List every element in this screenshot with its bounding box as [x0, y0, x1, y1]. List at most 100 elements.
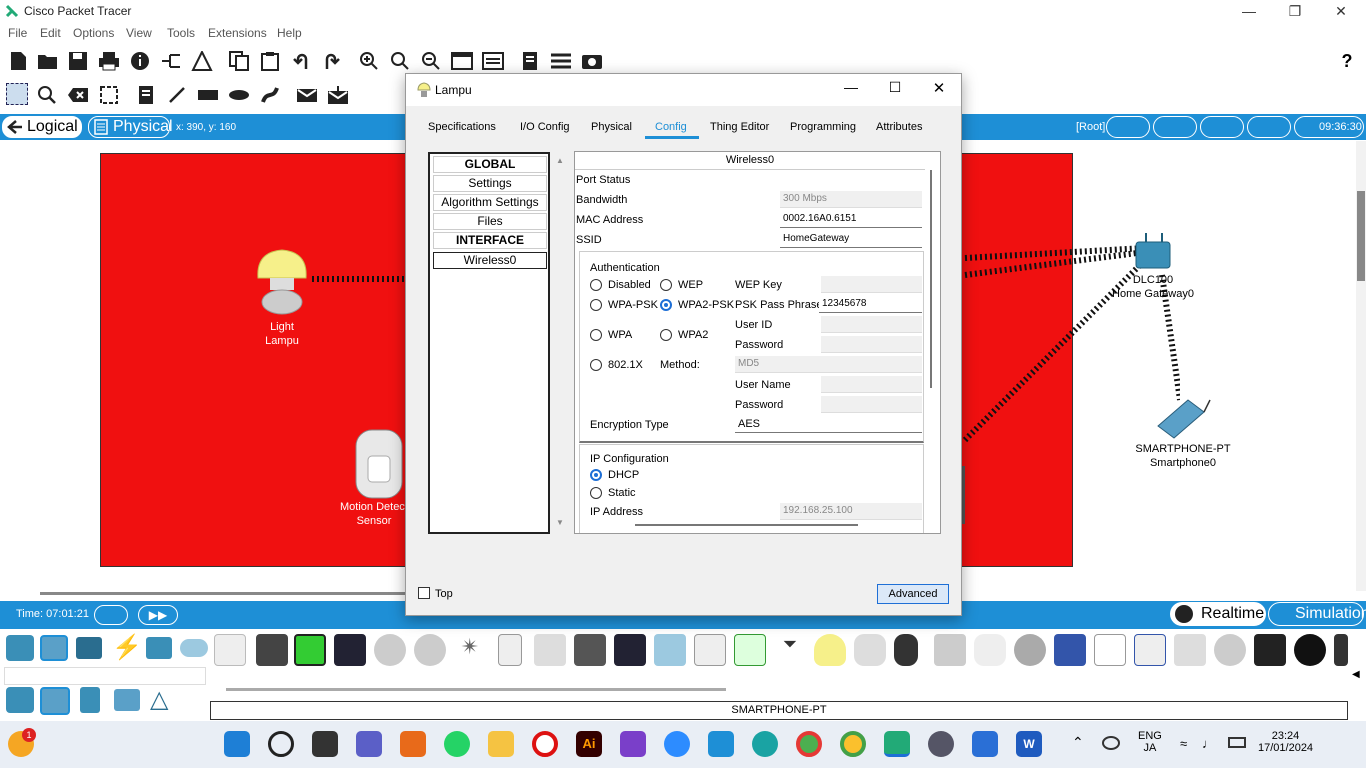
device-speaker-icon[interactable] — [334, 634, 366, 666]
device-siren-icon[interactable] — [894, 634, 918, 666]
battery-icon[interactable] — [1228, 737, 1246, 748]
end-devices-icon[interactable] — [40, 635, 68, 661]
restore-button[interactable]: ❐ — [1272, 0, 1318, 22]
device-search-box[interactable] — [4, 667, 206, 685]
info-icon[interactable] — [129, 50, 151, 72]
device-list-scrollbar[interactable] — [226, 688, 726, 691]
device-partial-icon[interactable] — [1334, 634, 1348, 666]
palette-icon[interactable] — [451, 50, 473, 72]
device-thermostat-icon[interactable] — [734, 634, 766, 666]
tab-config[interactable]: Config — [655, 121, 687, 133]
activity-wizard-icon[interactable] — [191, 50, 213, 72]
power-cycle-button[interactable] — [94, 605, 128, 625]
photos-icon[interactable] — [972, 731, 998, 757]
auth-wep-radio[interactable] — [660, 279, 672, 291]
copy-icon[interactable] — [228, 50, 250, 72]
root-breadcrumb[interactable]: [Root] — [1076, 121, 1105, 133]
device-garage-icon[interactable] — [574, 634, 606, 666]
draw-line-icon[interactable] — [166, 84, 188, 106]
undo-icon[interactable] — [290, 50, 312, 72]
tray-chevron-icon[interactable]: ⌃ — [1072, 734, 1084, 751]
wifi-icon[interactable]: ≈ — [1180, 736, 1187, 751]
tab-attributes[interactable]: Attributes — [876, 121, 922, 133]
menu-file[interactable]: File — [8, 26, 27, 40]
misc-icon[interactable] — [146, 637, 172, 659]
task-view-icon[interactable] — [312, 731, 338, 757]
illustrator-icon[interactable]: Ai — [576, 731, 602, 757]
dialog-minimize-button[interactable]: — — [836, 79, 866, 99]
zoom-reset-icon[interactable] — [389, 50, 411, 72]
device-list-scroll-arrow[interactable]: ◀ — [1352, 669, 1360, 680]
sidebar-item-algorithm-settings[interactable]: Algorithm Settings — [433, 194, 547, 211]
device-camera-icon[interactable] — [1294, 634, 1326, 666]
pdu-list-icon[interactable] — [550, 50, 572, 72]
light-lamp-icon[interactable] — [252, 246, 312, 318]
word-icon[interactable]: W — [1016, 731, 1042, 757]
industrial-icon[interactable] — [114, 689, 140, 711]
add-simple-pdu-icon[interactable] — [296, 84, 318, 106]
tab-thing-editor[interactable]: Thing Editor — [710, 121, 769, 133]
menu-options[interactable]: Options — [73, 26, 114, 40]
back-pill-icon[interactable] — [1106, 116, 1150, 138]
ssid-field[interactable]: HomeGateway — [780, 231, 922, 248]
psk-pass-phrase-field[interactable]: 12345678 — [819, 296, 922, 313]
sidebar-scrollbar[interactable]: ▲ ▼ — [551, 152, 569, 534]
ip-address-field[interactable]: 192.168.25.100 — [780, 503, 922, 520]
smartphone-icon[interactable] — [1154, 396, 1214, 440]
power-grid-icon[interactable]: △ — [150, 687, 168, 713]
store-icon[interactable] — [400, 731, 426, 757]
password-field[interactable] — [821, 336, 922, 353]
tab-io-config[interactable]: I/O Config — [520, 121, 570, 133]
device-light-icon[interactable] — [814, 634, 846, 666]
open-folder-icon[interactable] — [37, 50, 59, 72]
search-icon[interactable] — [268, 731, 294, 757]
panel-vscroll[interactable] — [930, 170, 932, 388]
chrome-icon[interactable] — [796, 731, 822, 757]
panel-hscroll[interactable] — [635, 524, 858, 526]
menu-edit[interactable]: Edit — [40, 26, 61, 40]
cloud-pill-icon[interactable] — [1153, 116, 1197, 138]
auth-8021x-radio[interactable] — [590, 359, 602, 371]
device-speaker2-icon[interactable] — [614, 634, 646, 666]
packet-tracer-taskbar-icon[interactable] — [884, 731, 910, 757]
select-tool-icon[interactable] — [6, 83, 28, 105]
realtime-button[interactable]: Realtime — [1170, 602, 1266, 626]
zoom-out-icon[interactable] — [420, 50, 442, 72]
device-monitor-icon[interactable] — [694, 634, 726, 666]
draw-rectangle-icon[interactable] — [197, 84, 219, 106]
multiuser-icon[interactable] — [180, 639, 208, 657]
place-note-icon[interactable] — [135, 84, 157, 106]
pc-category-icon[interactable] — [6, 687, 34, 713]
smart-city-icon[interactable] — [80, 687, 100, 713]
tab-logical[interactable]: Logical — [2, 116, 82, 138]
wep-key-field[interactable] — [821, 276, 922, 293]
tab-physical-dialog[interactable]: Physical — [591, 121, 632, 133]
opera-icon[interactable] — [532, 731, 558, 757]
zoom-app-icon[interactable] — [664, 731, 690, 757]
network-tray-icon[interactable] — [1102, 736, 1120, 750]
device-door-icon[interactable] — [498, 634, 522, 666]
minimize-button[interactable]: — — [1226, 0, 1272, 22]
user-name-field[interactable] — [821, 376, 922, 393]
device-heater-icon[interactable] — [534, 634, 566, 666]
menu-help[interactable]: Help — [277, 26, 302, 40]
background-pill-icon[interactable] — [1247, 116, 1291, 138]
device-webcam-icon[interactable] — [934, 634, 966, 666]
help-icon[interactable]: ? — [1336, 50, 1358, 72]
resize-icon[interactable] — [98, 84, 120, 106]
device-motion-icon[interactable] — [854, 634, 886, 666]
menu-view[interactable]: View — [126, 26, 152, 40]
dialog-close-button[interactable]: ✕ — [924, 79, 954, 99]
device-lcd-icon[interactable] — [1094, 634, 1126, 666]
auth-wpa-radio[interactable] — [590, 329, 602, 341]
workspace-scrollbar[interactable] — [1356, 141, 1366, 593]
ip-static-radio[interactable] — [590, 487, 602, 499]
language-indicator[interactable]: ENG JA — [1138, 730, 1162, 754]
sidebar-item-files[interactable]: Files — [433, 213, 547, 230]
settings-icon[interactable] — [928, 731, 954, 757]
volume-icon[interactable]: ♩ — [1202, 736, 1215, 751]
ip-dhcp-radio[interactable] — [590, 469, 602, 481]
vscode-icon[interactable] — [708, 731, 734, 757]
custom-device-icon[interactable] — [482, 50, 504, 72]
zoom-in-icon[interactable] — [358, 50, 380, 72]
